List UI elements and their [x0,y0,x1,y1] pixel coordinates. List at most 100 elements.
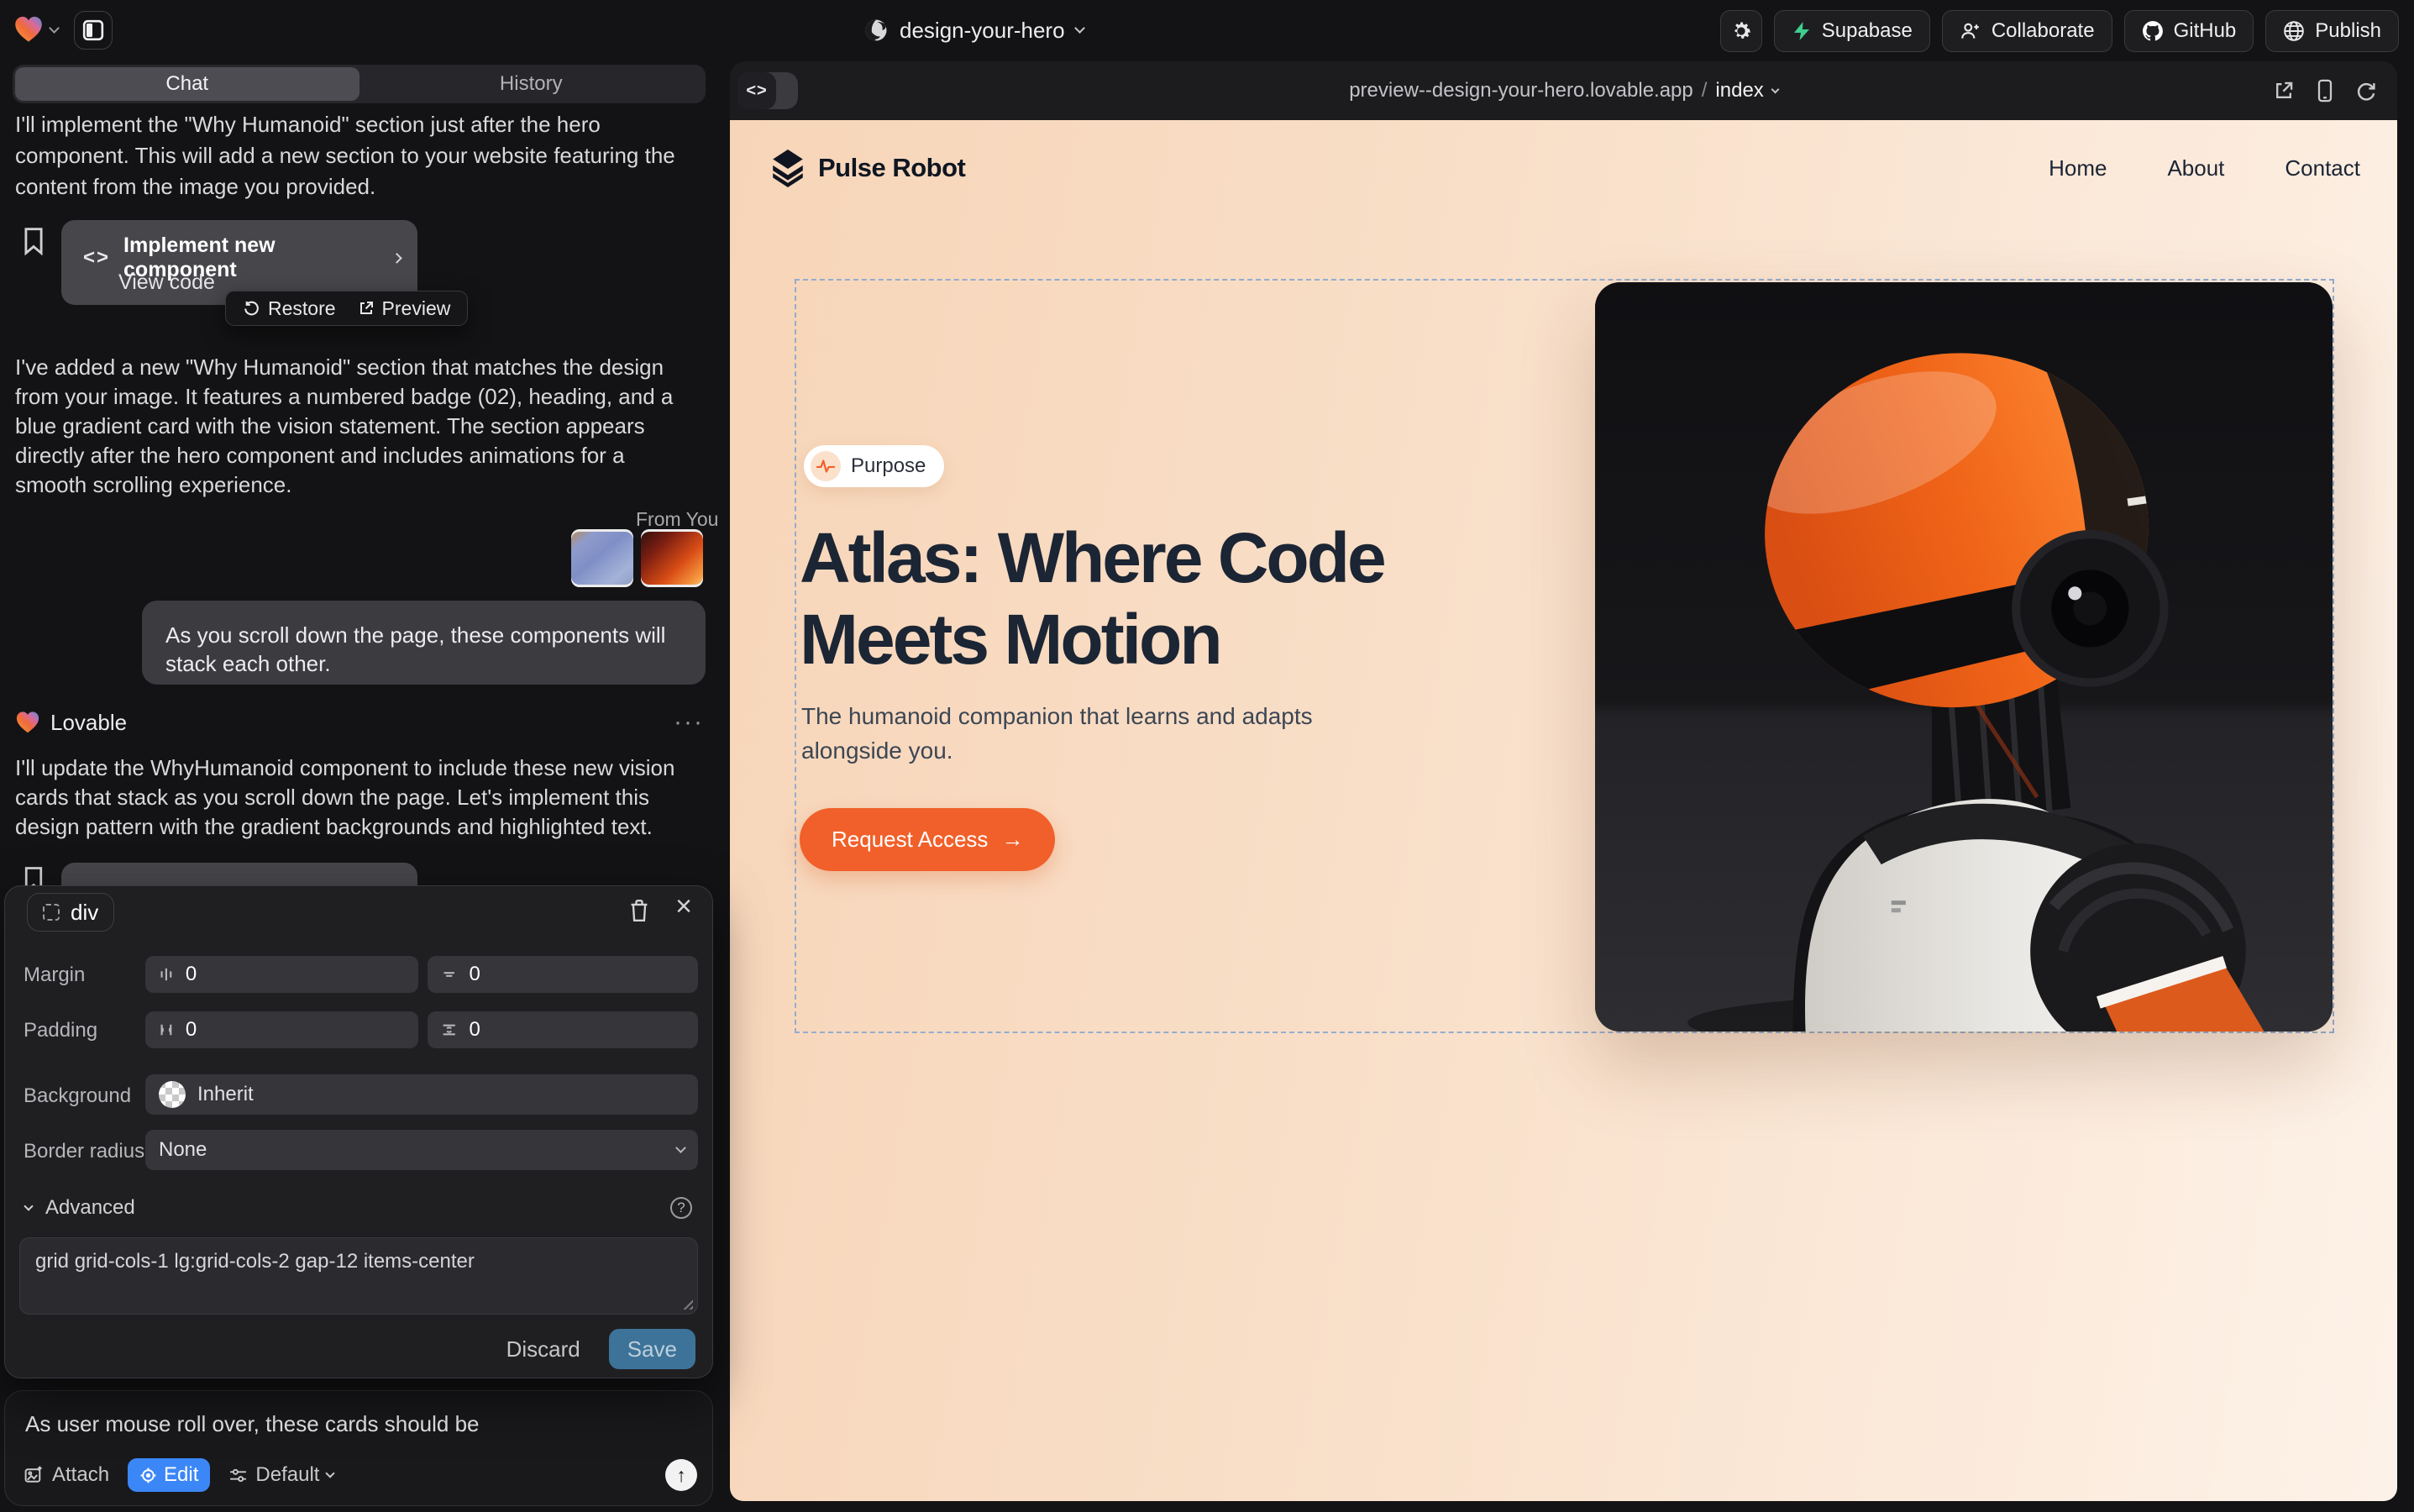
margin-y-input[interactable] [469,963,685,986]
github-label: GitHub [2174,19,2237,43]
attach-button[interactable]: Attach [24,1463,109,1487]
chat-composer[interactable]: As user mouse roll over, these cards sho… [4,1390,713,1506]
pulse-waveform-icon [816,459,835,474]
site-brand-name: Pulse Robot [818,153,965,183]
tab-chat[interactable]: Chat [15,67,359,101]
toggle-sidebar-button[interactable] [74,11,113,50]
pulse-icon-wrap [811,451,841,481]
supabase-label: Supabase [1822,19,1913,43]
help-icon[interactable]: ? [670,1197,692,1219]
request-access-button[interactable]: Request Access → [800,808,1055,871]
external-link-icon [358,300,375,317]
chevron-down-icon [675,1142,686,1153]
discard-button[interactable]: Discard [506,1336,580,1362]
resize-handle[interactable] [680,1297,693,1310]
tab-chat-label: Chat [165,72,208,96]
send-button[interactable]: ↑ [665,1459,697,1491]
lovable-logo-menu[interactable] [13,14,58,45]
supabase-button[interactable]: Supabase [1774,10,1930,52]
attachment-thumbnail-blue[interactable] [571,529,633,587]
trash-icon[interactable] [628,898,650,923]
edit-label: Edit [164,1463,198,1487]
code-icon: <> [83,246,110,270]
padding-x-input[interactable] [186,1018,405,1042]
project-switcher[interactable]: design-your-hero [863,13,1084,47]
mode-selector[interactable]: Default [228,1463,333,1487]
site-header: Pulse Robot Home About Contact [770,147,2360,189]
open-in-new-tab-icon[interactable] [2273,80,2295,102]
settings-button[interactable] [1720,10,1762,52]
nav-about[interactable]: About [2167,155,2224,181]
selected-section-outline[interactable]: Purpose Atlas: Where Code Meets Motion T… [795,279,2334,1033]
selected-element-chip[interactable]: div [27,893,114,932]
save-button[interactable]: Save [609,1329,695,1369]
request-access-label: Request Access [832,827,988,853]
project-globe-icon [863,18,889,43]
restore-icon [243,300,260,318]
background-field[interactable]: Inherit [145,1074,698,1115]
margin-x-field[interactable] [145,956,418,993]
gear-icon [1729,19,1753,43]
border-radius-select[interactable]: None [145,1130,698,1170]
publish-globe-icon [2283,20,2305,42]
user-message-bubble: As you scroll down the page, these compo… [142,601,706,685]
restore-button[interactable]: Restore [243,297,336,320]
refresh-icon[interactable] [2355,80,2377,102]
message-menu-button[interactable]: ··· [674,708,704,737]
advanced-classes-value: grid grid-cols-1 lg:grid-cols-2 gap-12 i… [35,1250,475,1273]
border-radius-value: None [159,1138,207,1162]
preview-urlbar[interactable]: preview--design-your-hero.lovable.app / … [730,61,2397,120]
edit-mode-button[interactable]: Edit [128,1458,210,1492]
assistant-header: Lovable ··· [15,708,704,737]
margin-x-icon [159,965,174,984]
padding-x-field[interactable] [145,1011,418,1048]
selected-element-tag: div [71,900,98,926]
restore-label: Restore [268,297,336,320]
chevron-right-icon [391,253,401,263]
preview-label: Preview [382,297,451,320]
github-button[interactable]: GitHub [2124,10,2254,52]
site-canvas: Pulse Robot Home About Contact Purpose A… [730,120,2397,1501]
preview-button[interactable]: Preview [358,297,451,320]
composer-input[interactable]: As user mouse roll over, these cards sho… [25,1411,480,1437]
padding-label: Padding [24,1019,97,1042]
sidebar-icon [82,19,104,41]
margin-x-input[interactable] [186,963,405,986]
hero-heading-line2: Meets Motion [800,599,1384,680]
assistant-name: Lovable [50,710,127,736]
tab-history[interactable]: History [359,67,704,101]
view-code-link[interactable]: View code [118,270,215,295]
topbar: design-your-hero Supabase Collaborate [0,0,2414,61]
lovable-heart-icon [13,14,44,45]
arrow-right-icon: → [1001,827,1023,853]
site-nav: Home About Contact [2049,155,2360,181]
margin-label: Margin [24,963,85,987]
publish-button[interactable]: Publish [2265,10,2399,52]
bookmark-icon[interactable] [23,227,45,255]
purpose-badge-label: Purpose [851,454,926,478]
nav-home[interactable]: Home [2049,155,2107,181]
nav-contact[interactable]: Contact [2285,155,2360,181]
padding-y-field[interactable] [428,1011,698,1048]
assistant-message-1: I'll implement the "Why Humanoid" sectio… [15,109,697,202]
close-icon[interactable]: × [675,895,692,918]
chat-history-tabs: Chat History [13,65,706,103]
preview-panel: <> preview--design-your-hero.lovable.app… [730,61,2397,1501]
border-radius-label: Border radius [24,1140,144,1163]
advanced-classes-textarea[interactable]: grid grid-cols-1 lg:grid-cols-2 gap-12 i… [19,1237,698,1315]
element-inspector: div × Margin Padding Background Inherit [4,885,713,1378]
chevron-down-icon [326,1468,335,1478]
chevron-down-icon [1074,23,1085,34]
advanced-section-header[interactable]: Advanced ? [25,1196,692,1220]
margin-y-field[interactable] [428,956,698,993]
background-value: Inherit [197,1083,254,1106]
padding-y-icon [441,1021,457,1039]
advanced-label: Advanced [45,1196,135,1220]
padding-y-input[interactable] [469,1018,685,1042]
assistant-message-3: I'll update the WhyHumanoid component to… [15,753,695,842]
chevron-down-icon [1771,85,1779,93]
collaborate-button[interactable]: Collaborate [1942,10,2112,52]
mobile-view-icon[interactable] [2317,79,2333,102]
attachment-thumbnail-orange[interactable] [641,529,703,587]
site-brand[interactable]: Pulse Robot [770,149,965,187]
